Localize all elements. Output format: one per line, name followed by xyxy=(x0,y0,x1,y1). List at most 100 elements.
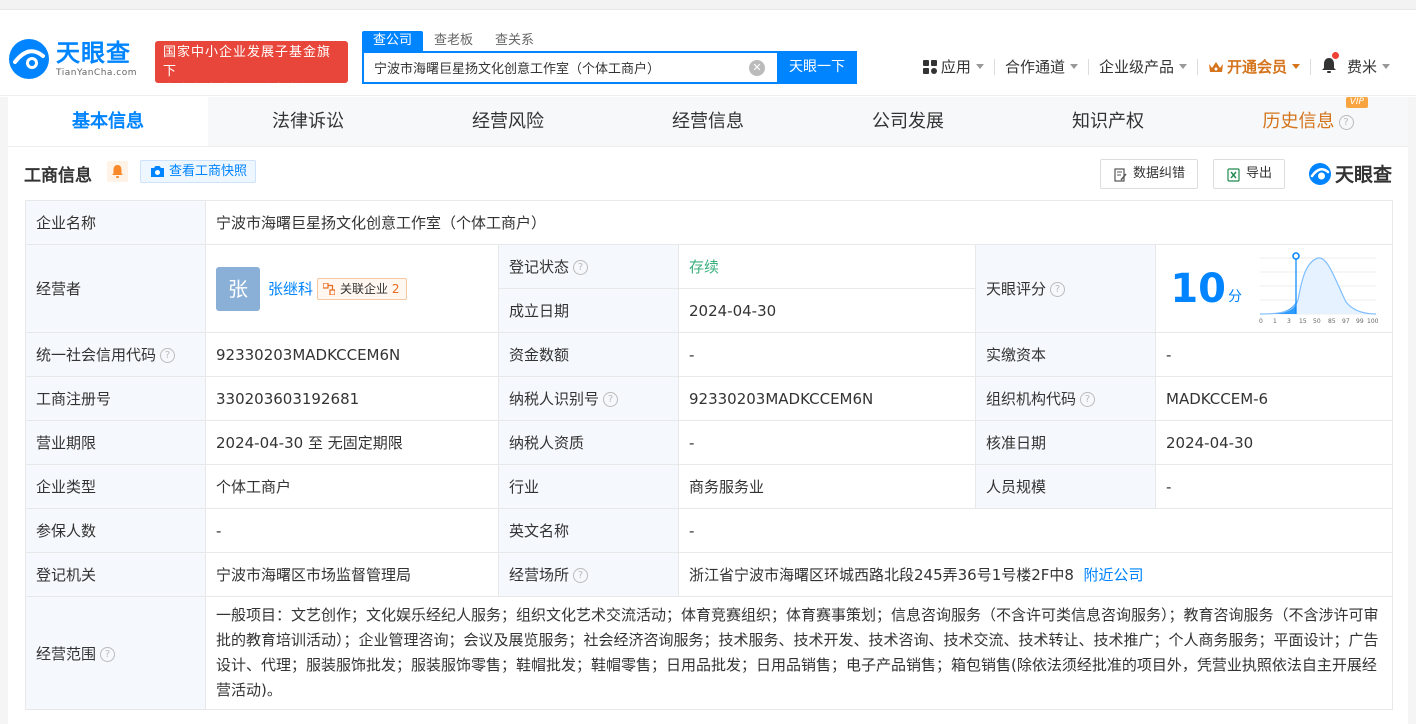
subscribe-bell-icon[interactable] xyxy=(107,161,128,182)
help-icon[interactable]: ? xyxy=(1338,114,1354,130)
edit-doc-icon xyxy=(1114,168,1127,182)
score-tick: 85 xyxy=(1328,318,1336,325)
score-tick: 15 xyxy=(1299,318,1307,325)
table-row: 登记机关 宁波市海曙区市场监督管理局 经营场所? 浙江省宁波市海曙区环城西路北段… xyxy=(25,552,1393,597)
credit-code-label: 统一社会信用代码? xyxy=(25,332,206,377)
help-icon[interactable]: ? xyxy=(1050,282,1066,297)
search-tab-relation[interactable]: 查关系 xyxy=(484,31,545,51)
brand-logo-small: 天眼查 xyxy=(1308,160,1392,187)
brand-eye-icon xyxy=(1308,162,1331,185)
score-distribution-chart: 0 1 3 15 50 85 97 99 100 xyxy=(1259,251,1378,325)
tab-operation[interactable]: 经营信息 xyxy=(608,97,808,146)
score-cell[interactable]: 10 分 0 1 3 15 50 85 97 99 100 xyxy=(1155,244,1393,333)
reg-status-label: 登记状态? xyxy=(498,244,679,289)
score-label-text: 天眼评分 xyxy=(986,280,1047,298)
tax-qual-label: 纳税人资质 xyxy=(498,420,679,465)
nearby-companies-link[interactable]: 附近公司 xyxy=(1084,566,1144,584)
crown-icon xyxy=(1208,61,1223,72)
main-container: 基本信息 法律诉讼 经营风险 经营信息 公司发展 知识产权 历史信息? VIP … xyxy=(8,97,1408,724)
capital: - xyxy=(678,332,976,377)
help-icon[interactable]: ? xyxy=(573,260,589,275)
help-icon[interactable]: ? xyxy=(603,392,619,407)
nav-enterprise-label: 企业级产品 xyxy=(1098,57,1174,76)
search-input[interactable] xyxy=(364,53,734,82)
chevron-down-icon xyxy=(975,64,984,69)
tab-development[interactable]: 公司发展 xyxy=(808,97,1008,146)
banner-line-1: 国家中小企业发展子基金旗下 xyxy=(163,45,332,79)
industry-label: 行业 xyxy=(498,464,679,509)
staff: - xyxy=(1155,464,1393,509)
data-correction-button[interactable]: 数据纠错 xyxy=(1100,159,1199,189)
official-banner: 国家中小企业发展子基金旗下 官方备案企业征信机构 xyxy=(155,41,348,98)
taxpayer-id-label: 纳税人识别号? xyxy=(498,376,679,421)
logo[interactable]: 天眼查 TianYanCha.com xyxy=(8,38,137,80)
founded: 2024-04-30 xyxy=(678,288,976,333)
term: 2024-04-30 至 无固定期限 xyxy=(205,420,499,465)
camera-icon xyxy=(151,166,164,177)
nav-vip-label: 开通会员 xyxy=(1226,57,1287,76)
tab-legal[interactable]: 法律诉讼 xyxy=(208,97,408,146)
nav-apps-label: 应用 xyxy=(940,57,971,76)
nav-partner[interactable]: 合作通道 xyxy=(995,58,1089,75)
logo-text: 天眼查 xyxy=(56,39,131,67)
search-tabs: 查公司 查老板 查关系 xyxy=(362,31,545,51)
industry: 商务服务业 xyxy=(678,464,976,509)
chevron-down-icon xyxy=(1069,64,1078,69)
related-company-tag[interactable]: 关联企业 2 xyxy=(317,277,407,300)
avatar[interactable]: 张 xyxy=(216,266,260,311)
score-tick: 50 xyxy=(1313,318,1321,325)
top-nav: 应用 合作通道 企业级产品 开通会员 费米 xyxy=(913,52,1400,77)
founded-label: 成立日期 xyxy=(498,288,679,333)
export-button[interactable]: 导出 xyxy=(1213,159,1286,189)
org-code-label: 组织机构代码? xyxy=(975,376,1156,421)
tab-risk[interactable]: 经营风险 xyxy=(408,97,608,146)
nav-enterprise[interactable]: 企业级产品 xyxy=(1089,57,1198,76)
authority-label: 登记机关 xyxy=(25,552,206,597)
tab-ip[interactable]: 知识产权 xyxy=(1008,97,1208,146)
approve-date-label: 核准日期 xyxy=(975,420,1156,465)
nav-user[interactable]: 费米 xyxy=(1311,52,1400,77)
tab-bar: 基本信息 法律诉讼 经营风险 经营信息 公司发展 知识产权 历史信息? VIP xyxy=(8,97,1408,147)
bell-icon[interactable] xyxy=(1321,52,1339,77)
approve-date: 2024-04-30 xyxy=(1155,420,1393,465)
address-cell: 浙江省宁波市海曙区环城西路北段245弄36号1号楼2F中8 附近公司 xyxy=(678,552,1393,597)
table-row: 企业类型 个体工商户 行业 商务服务业 人员规模 - xyxy=(25,464,1393,509)
help-icon[interactable]: ? xyxy=(160,348,176,363)
relation-icon xyxy=(323,282,336,295)
operator-label: 经营者 xyxy=(25,244,206,333)
nav-vip[interactable]: 开通会员 xyxy=(1198,57,1311,76)
reg-status: 存续 xyxy=(678,244,976,289)
reg-no-label: 工商注册号 xyxy=(25,376,206,421)
tab-basic-info[interactable]: 基本信息 xyxy=(8,97,208,146)
nav-apps[interactable]: 应用 xyxy=(913,57,995,76)
score-tick: 3 xyxy=(1287,318,1291,325)
staff-label: 人员规模 xyxy=(975,464,1156,509)
header: 天眼查 TianYanCha.com 国家中小企业发展子基金旗下 官方备案企业征… xyxy=(0,10,1416,98)
table-row: 统一社会信用代码? 92330203MADKCCEM6N 资金数额 - 实缴资本… xyxy=(25,332,1393,377)
en-name-label: 英文名称 xyxy=(498,508,679,553)
help-icon[interactable]: ? xyxy=(1080,392,1096,407)
snapshot-button[interactable]: 查看工商快照 xyxy=(140,160,257,183)
clear-icon[interactable]: ✕ xyxy=(749,60,765,76)
search-tab-boss[interactable]: 查老板 xyxy=(423,31,484,51)
export-label: 导出 xyxy=(1246,166,1273,181)
logo-eye-icon xyxy=(8,38,50,80)
help-icon[interactable]: ? xyxy=(573,568,589,583)
vip-tag: VIP xyxy=(1345,97,1368,108)
tab-history[interactable]: 历史信息? VIP xyxy=(1208,97,1408,146)
operator-name-link[interactable]: 张继科 xyxy=(268,280,313,298)
search-tab-company[interactable]: 查公司 xyxy=(362,31,424,51)
scope-label-text: 经营范围 xyxy=(36,644,97,663)
score-tick: 99 xyxy=(1356,318,1364,325)
company-name: 宁波市海曙巨星扬文化创意工作室（个体工商户） xyxy=(205,200,1393,245)
scope-label: 经营范围? xyxy=(25,596,206,710)
search-button[interactable]: 天眼一下 xyxy=(777,51,857,84)
section-title: 工商信息 xyxy=(24,166,92,186)
help-icon[interactable]: ? xyxy=(100,646,116,662)
table-row: 企业名称 宁波市海曙巨星扬文化创意工作室（个体工商户） xyxy=(25,200,1393,245)
company-name-label: 企业名称 xyxy=(25,200,206,245)
user-name: 费米 xyxy=(1346,57,1377,76)
logo-domain: TianYanCha.com xyxy=(56,68,138,78)
score-label: 天眼评分? xyxy=(975,244,1156,333)
score-value: 10 xyxy=(1170,265,1226,312)
